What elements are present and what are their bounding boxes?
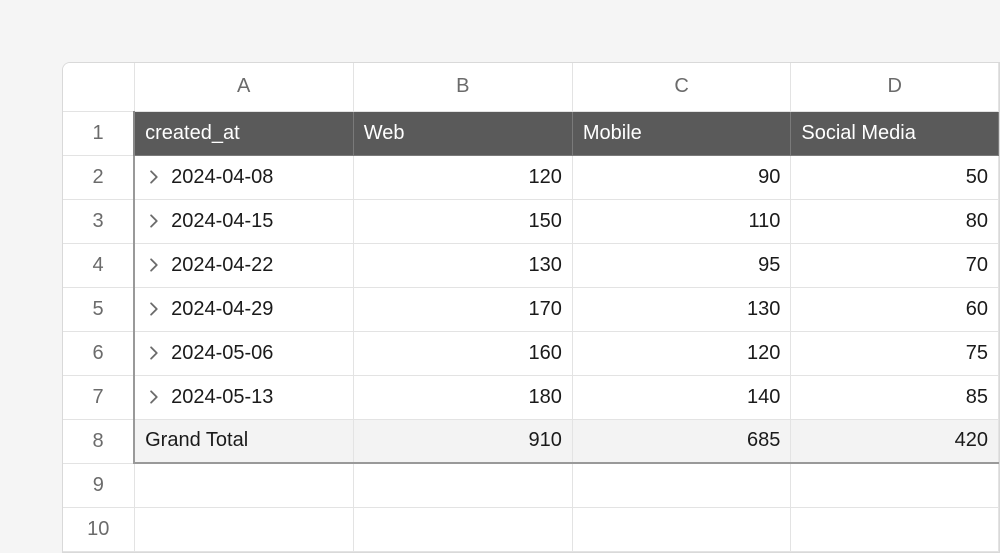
cell-a7[interactable]: 2024-05-13 bbox=[134, 375, 353, 419]
cell-c4[interactable]: 95 bbox=[572, 243, 790, 287]
cell-a2[interactable]: 2024-04-08 bbox=[134, 155, 353, 199]
cell-a10[interactable] bbox=[134, 507, 353, 551]
row-header-7[interactable]: 7 bbox=[63, 375, 134, 419]
cell-d10[interactable] bbox=[791, 507, 999, 551]
row-header-6[interactable]: 6 bbox=[63, 331, 134, 375]
cell-b6[interactable]: 160 bbox=[353, 331, 572, 375]
row-header-1[interactable]: 1 bbox=[63, 111, 134, 155]
cell-a9[interactable] bbox=[134, 463, 353, 507]
chevron-right-icon[interactable] bbox=[147, 170, 161, 184]
pivot-header-created-at[interactable]: created_at bbox=[134, 111, 353, 155]
chevron-right-icon[interactable] bbox=[147, 302, 161, 316]
cell-d4[interactable]: 70 bbox=[791, 243, 999, 287]
cell-a6[interactable]: 2024-05-06 bbox=[134, 331, 353, 375]
row-header-5[interactable]: 5 bbox=[63, 287, 134, 331]
pivot-header-social-media[interactable]: Social Media bbox=[791, 111, 999, 155]
cell-a8-grand-total[interactable]: Grand Total bbox=[134, 419, 353, 463]
pivot-header-mobile[interactable]: Mobile bbox=[572, 111, 790, 155]
cell-b7[interactable]: 180 bbox=[353, 375, 572, 419]
column-header-c[interactable]: C bbox=[572, 63, 790, 111]
date-label: 2024-04-08 bbox=[171, 166, 273, 189]
cell-d8[interactable]: 420 bbox=[791, 419, 999, 463]
cell-c10[interactable] bbox=[572, 507, 790, 551]
cell-a3[interactable]: 2024-04-15 bbox=[134, 199, 353, 243]
row-header-2[interactable]: 2 bbox=[63, 155, 134, 199]
cell-b9[interactable] bbox=[353, 463, 572, 507]
chevron-right-icon[interactable] bbox=[147, 258, 161, 272]
cell-d3[interactable]: 80 bbox=[791, 199, 999, 243]
cell-c5[interactable]: 130 bbox=[572, 287, 790, 331]
cell-b2[interactable]: 120 bbox=[353, 155, 572, 199]
chevron-right-icon[interactable] bbox=[147, 346, 161, 360]
cell-c6[interactable]: 120 bbox=[572, 331, 790, 375]
row-header-10[interactable]: 10 bbox=[63, 507, 134, 551]
date-label: 2024-04-15 bbox=[171, 210, 273, 233]
cell-b3[interactable]: 150 bbox=[353, 199, 572, 243]
cell-b8[interactable]: 910 bbox=[353, 419, 572, 463]
cell-d6[interactable]: 75 bbox=[791, 331, 999, 375]
column-header-d[interactable]: D bbox=[791, 63, 999, 111]
cell-b5[interactable]: 170 bbox=[353, 287, 572, 331]
cell-b4[interactable]: 130 bbox=[353, 243, 572, 287]
column-header-b[interactable]: B bbox=[353, 63, 572, 111]
cell-a5[interactable]: 2024-04-29 bbox=[134, 287, 353, 331]
cell-d5[interactable]: 60 bbox=[791, 287, 999, 331]
row-header-9[interactable]: 9 bbox=[63, 463, 134, 507]
date-label: 2024-05-13 bbox=[171, 386, 273, 409]
cell-b10[interactable] bbox=[353, 507, 572, 551]
cell-a4[interactable]: 2024-04-22 bbox=[134, 243, 353, 287]
cell-c3[interactable]: 110 bbox=[572, 199, 790, 243]
cell-c9[interactable] bbox=[572, 463, 790, 507]
date-label: 2024-05-06 bbox=[171, 342, 273, 365]
row-header-4[interactable]: 4 bbox=[63, 243, 134, 287]
chevron-right-icon[interactable] bbox=[147, 214, 161, 228]
cell-c8[interactable]: 685 bbox=[572, 419, 790, 463]
date-label: 2024-04-29 bbox=[171, 298, 273, 321]
row-header-3[interactable]: 3 bbox=[63, 199, 134, 243]
cell-d2[interactable]: 50 bbox=[791, 155, 999, 199]
spreadsheet: A B C D 1 created_at Web Mobile Social M… bbox=[62, 62, 1000, 553]
column-header-a[interactable]: A bbox=[134, 63, 353, 111]
cell-c2[interactable]: 90 bbox=[572, 155, 790, 199]
cell-c7[interactable]: 140 bbox=[572, 375, 790, 419]
cell-d9[interactable] bbox=[791, 463, 999, 507]
row-header-8[interactable]: 8 bbox=[63, 419, 134, 463]
select-all-corner[interactable] bbox=[63, 63, 134, 111]
date-label: 2024-04-22 bbox=[171, 254, 273, 277]
grid-table: A B C D 1 created_at Web Mobile Social M… bbox=[63, 63, 999, 552]
pivot-header-web[interactable]: Web bbox=[353, 111, 572, 155]
cell-d7[interactable]: 85 bbox=[791, 375, 999, 419]
chevron-right-icon[interactable] bbox=[147, 390, 161, 404]
